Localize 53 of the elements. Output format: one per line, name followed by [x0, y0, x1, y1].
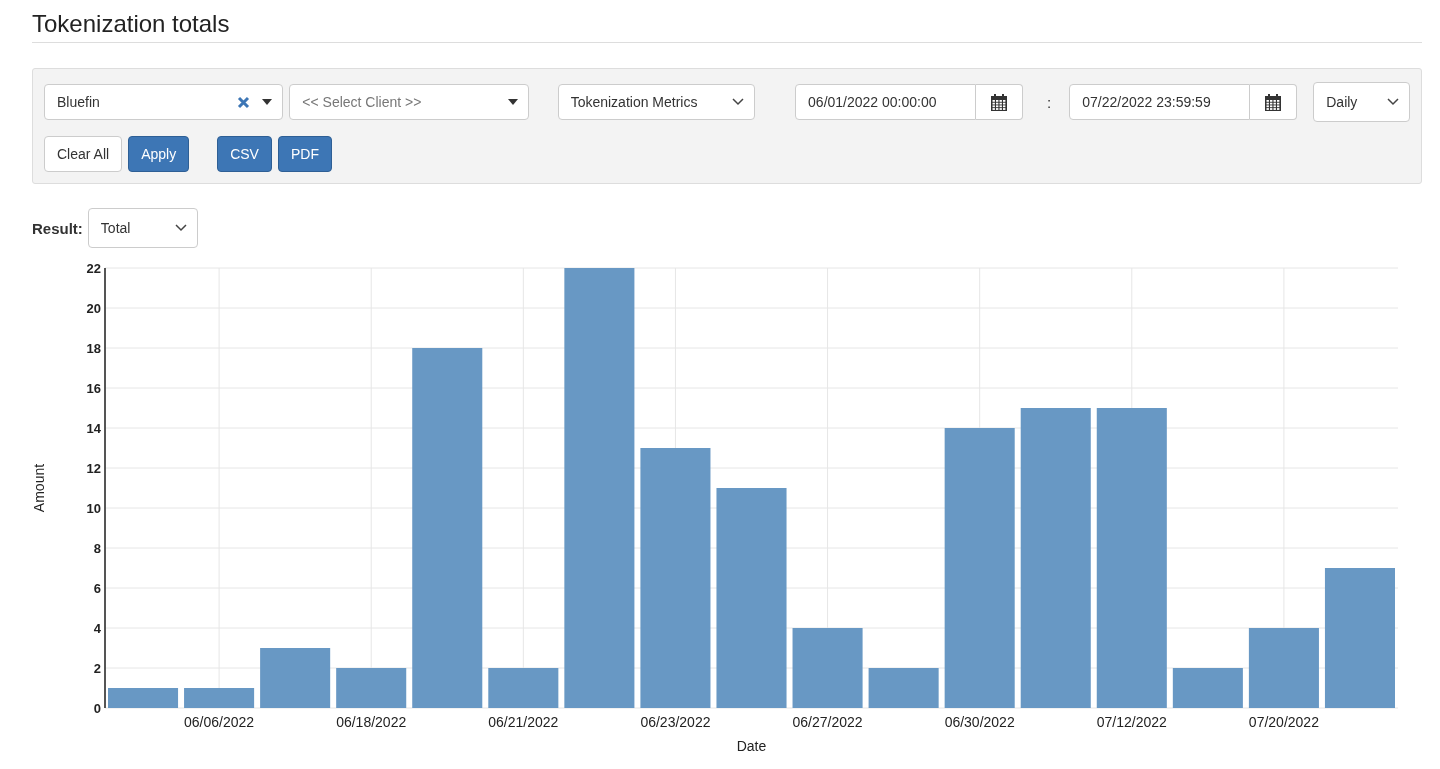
y-axis-title: Amount: [32, 463, 47, 513]
bar: [260, 648, 331, 708]
calendar-icon: [1265, 93, 1282, 111]
caret-down-icon: [262, 99, 273, 105]
chevron-down-icon: [174, 224, 187, 232]
x-tick-label: 06/06/2022: [184, 714, 255, 730]
bar: [184, 688, 255, 708]
y-tick-label: 18: [86, 341, 101, 356]
end-date-field[interactable]: 07/22/2022 23:59:59: [1069, 84, 1251, 120]
chevron-down-icon: [732, 98, 745, 106]
action-button[interactable]: Apply: [128, 136, 190, 172]
result-label: Result:: [32, 219, 83, 237]
y-tick-label: 6: [93, 581, 101, 596]
x-tick-label: 06/27/2022: [792, 714, 863, 730]
page-title: Tokenization totals: [32, 10, 1422, 43]
x-tick-label: 06/30/2022: [944, 714, 1015, 730]
bar: [108, 688, 179, 708]
bar: [336, 668, 407, 708]
action-button[interactable]: Clear All: [44, 136, 123, 172]
x-tick-label: 06/18/2022: [336, 714, 407, 730]
y-tick-label: 22: [86, 261, 101, 276]
x-tick-label: 06/21/2022: [488, 714, 559, 730]
bar: [1172, 668, 1243, 708]
calendar-icon: [991, 93, 1008, 111]
client-select[interactable]: << Select Client >>: [289, 84, 529, 120]
y-tick-label: 2: [93, 661, 101, 676]
y-tick-label: 0: [93, 701, 101, 716]
result-select[interactable]: Total: [87, 208, 198, 248]
range-separator: :: [1047, 93, 1052, 111]
company-select[interactable]: Bluefin: [44, 84, 284, 120]
y-tick-label: 12: [86, 461, 101, 476]
calendar-button[interactable]: [1250, 84, 1298, 120]
action-button[interactable]: CSV: [217, 136, 272, 172]
x-tick-label: 07/12/2022: [1096, 714, 1167, 730]
calendar-button[interactable]: [976, 84, 1024, 120]
y-tick-label: 4: [93, 621, 101, 636]
y-tick-label: 20: [86, 301, 101, 316]
x-axis-title: Date: [736, 738, 767, 754]
y-tick-label: 14: [86, 421, 101, 436]
x-tick-label: 06/23/2022: [640, 714, 711, 730]
x-tick-label: 07/20/2022: [1248, 714, 1319, 730]
bar: [488, 668, 559, 708]
bar: [868, 668, 939, 708]
chevron-down-icon: [1387, 98, 1399, 106]
action-button[interactable]: PDF: [277, 136, 332, 172]
start-date-field[interactable]: 06/01/2022 00:00:00: [795, 84, 977, 120]
y-tick-label: 16: [86, 381, 101, 396]
metric-select[interactable]: Tokenization Metrics: [557, 84, 756, 120]
interval-select[interactable]: Daily: [1313, 82, 1410, 122]
clear-x-icon[interactable]: [237, 95, 251, 109]
y-tick-label: 10: [86, 501, 101, 516]
y-tick-label: 8: [93, 541, 101, 556]
caret-down-icon: [507, 99, 518, 105]
